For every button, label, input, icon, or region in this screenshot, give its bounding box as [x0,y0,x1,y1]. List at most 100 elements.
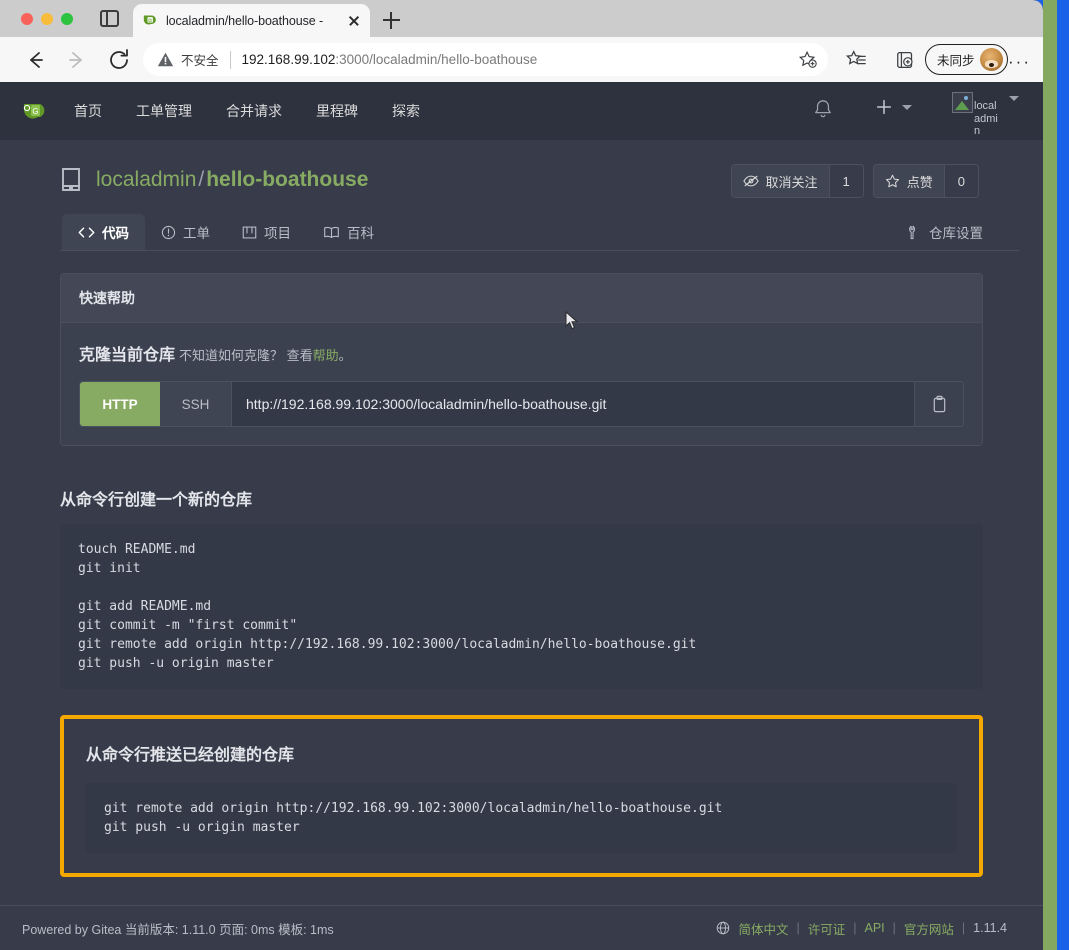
clipboard-icon[interactable] [914,382,963,426]
footer-divider-2: | [853,921,857,935]
clone-hint-after: 。 [338,348,352,363]
star-count[interactable]: 0 [943,165,978,197]
repo-tab-bar: 代码 工单 项目 百科 仓库设置 [60,214,1019,251]
push-repo-title: 从命令行推送已经创建的仓库 [86,747,295,764]
gitea-favicon: G [141,12,158,29]
browser-window: G localadmin/hello-boathouse - 不安全 192.1… [0,0,1043,950]
watch-button-group: 取消关注 1 [730,164,864,198]
clone-title-row: 克隆当前仓库 不知道如何克隆？ 查看帮助。 [79,341,964,365]
nav-link-milestones[interactable]: 里程碑 [316,101,358,121]
avatar [979,48,1003,71]
tab-code[interactable]: 代码 [62,214,145,250]
security-status[interactable]: 不安全 [157,50,219,69]
wrench-icon [909,225,915,239]
nav-link-home[interactable]: 首页 [74,101,102,121]
footer-website-link[interactable]: 官方网站 [904,919,954,938]
nav-link-issues[interactable]: 工单管理 [136,101,192,121]
bookmark-add-icon[interactable] [798,50,818,70]
quick-help-card: 快速帮助 克隆当前仓库 不知道如何克隆？ 查看帮助。 HTTP SSH http:… [60,273,983,446]
new-tab-button[interactable] [380,9,402,31]
broken-image-icon [952,92,973,113]
create-repo-title: 从命令行创建一个新的仓库 [60,492,253,509]
clone-help-link[interactable]: 帮助 [313,348,339,363]
overflow-menu-icon[interactable]: ··· [1008,53,1031,70]
repo-actions: 取消关注 1 点赞 0 [730,164,979,198]
create-repo-code[interactable]: touch README.md git init git add README.… [60,524,983,689]
svg-text:G: G [32,107,38,116]
favorites-icon[interactable] [845,49,867,71]
footer-divider-1: | [796,921,800,935]
footer-language-link[interactable]: 简体中文 [738,919,788,938]
tab-issues-label: 工单 [183,226,210,241]
window-close-button[interactable] [21,13,33,25]
footer-right: 简体中文 | 许可证 | API | 官方网站 | 1.11.4 [716,919,1007,938]
chevron-down-icon [1009,96,1019,101]
gitea-navbar: G 首页 工单管理 合并请求 里程碑 探索 localadmin [0,82,1043,140]
footer-license-link[interactable]: 许可证 [808,919,846,938]
create-menu[interactable] [875,98,912,116]
push-repo-code[interactable]: git remote add origin http://192.168.99.… [86,783,957,853]
reload-button[interactable] [102,43,136,77]
watch-count[interactable]: 1 [828,165,863,197]
globe-icon [717,921,730,935]
chevron-down-icon [902,104,912,110]
window-minimize-button[interactable] [41,13,53,25]
desktop-edge [1057,0,1069,950]
browser-toolbar: 不安全 192.168.99.102:3000/localadmin/hello… [0,37,1043,82]
nav-link-pulls[interactable]: 合并请求 [226,101,282,121]
svg-text:G: G [148,18,152,24]
address-bar[interactable]: 不安全 192.168.99.102:3000/localadmin/hello… [143,43,828,76]
clone-title: 克隆当前仓库 [79,347,176,364]
star-icon [885,174,899,187]
warning-icon [157,52,174,67]
tab-wiki-label: 百科 [347,226,374,241]
browser-tab[interactable]: G localadmin/hello-boathouse - [133,4,370,37]
gitea-page: G 首页 工单管理 合并请求 里程碑 探索 localadmin localad… [0,82,1043,950]
omnibox-divider [229,50,231,69]
sidebar-toggle-icon[interactable] [100,10,119,27]
url-text: 192.168.99.102:3000/localadmin/hello-boa… [242,52,798,67]
user-avatar-alt-text: localadmin [974,100,998,137]
star-button[interactable]: 点赞 [873,165,944,197]
notifications-icon[interactable] [813,98,833,125]
unwatch-label: 取消关注 [765,174,818,190]
clone-hint-before: 不知道如何克隆？ 查看 [179,348,313,363]
repo-name[interactable]: hello-boathouse [206,168,368,191]
profile-button[interactable]: 未同步 [925,44,1008,75]
browser-tab-strip: G localadmin/hello-boathouse - [0,0,1043,37]
tab-wiki[interactable]: 百科 [307,214,390,250]
tab-issues[interactable]: 工单 [145,214,226,250]
tab-code-label: 代码 [102,226,129,241]
gitea-footer: Powered by Gitea 当前版本: 1.11.0 页面: 0ms 模板… [0,905,1043,950]
protocol-ssh-button[interactable]: SSH [160,382,232,426]
repo-settings-link[interactable]: 仓库设置 [906,222,983,242]
issue-icon [161,225,176,239]
close-icon[interactable] [346,13,362,29]
back-button[interactable] [18,43,52,77]
navbar-right-actions: localadmin [813,82,1019,140]
tab-projects[interactable]: 项目 [226,214,307,250]
code-icon [78,227,95,237]
unwatch-button[interactable]: 取消关注 [731,165,829,197]
forward-button [60,43,94,77]
projects-icon [242,226,257,238]
star-button-group: 点赞 0 [872,164,979,198]
page-title: localadmin/hello-boathouse [96,168,368,192]
footer-version: 1.11.4 [973,921,1007,935]
browser-tab-title: localadmin/hello-boathouse - [166,13,324,28]
repo-settings-label: 仓库设置 [929,226,983,241]
protocol-http-button[interactable]: HTTP [80,382,160,426]
url-host: 192.168.99.102 [241,52,336,67]
eye-slash-icon [742,175,759,187]
window-maximize-button[interactable] [61,13,73,25]
nav-link-explore[interactable]: 探索 [392,101,420,121]
plus-icon [876,99,892,115]
gitea-logo[interactable]: G [20,96,50,126]
footer-api-link[interactable]: API [865,921,885,935]
create-repo-section: 从命令行创建一个新的仓库 touch README.md git init gi… [60,486,983,689]
collections-icon[interactable] [895,49,917,71]
clone-url-input[interactable]: http://192.168.99.102:3000/localadmin/he… [232,382,914,426]
star-label: 点赞 [906,174,933,190]
repo-owner[interactable]: localadmin [96,168,196,191]
user-menu[interactable]: localadmin [952,92,1019,138]
